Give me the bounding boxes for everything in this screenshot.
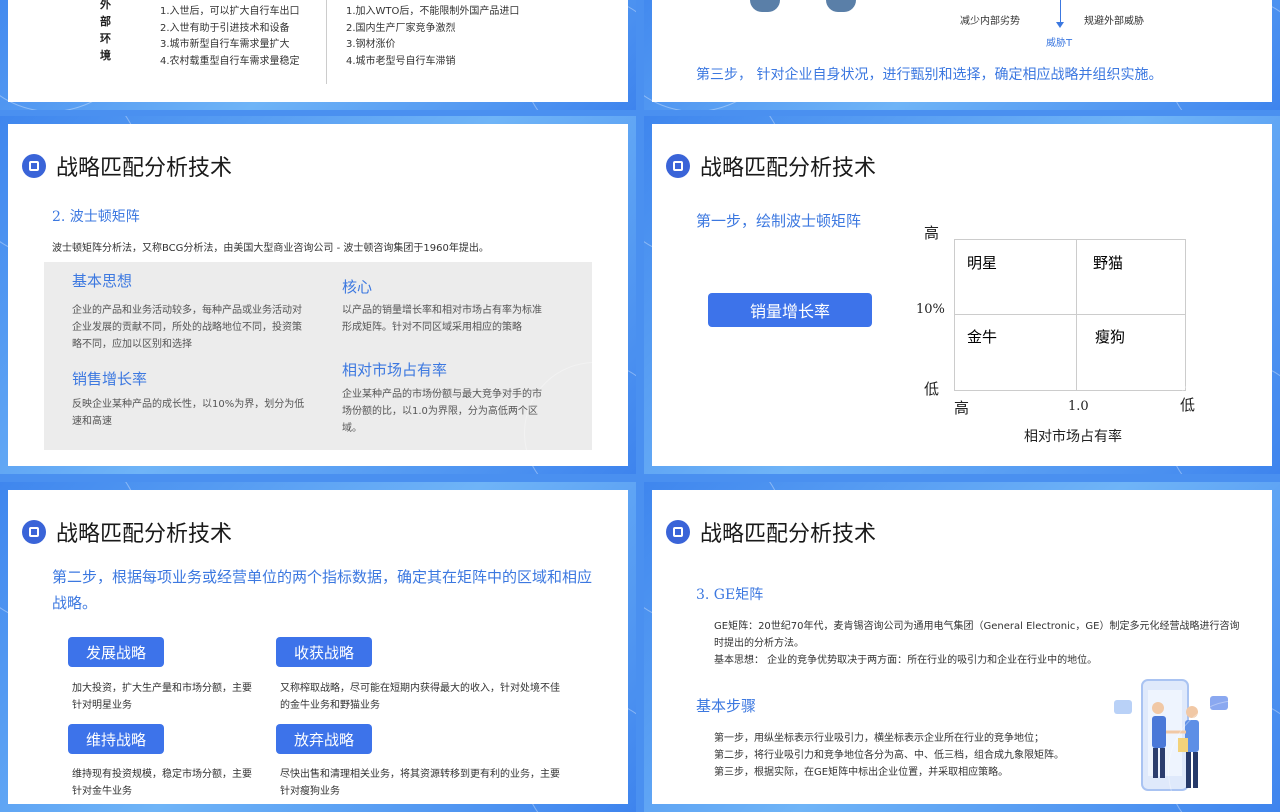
arrow-down-icon <box>1056 22 1064 28</box>
slide-title-row: 战略匹配分析技术 <box>666 150 876 182</box>
x-low-label: 低 <box>1180 396 1196 414</box>
section-heading: 2. 波士顿矩阵 <box>52 209 140 225</box>
step2-text: 第二步，根据每项业务或经营单位的两个指标数据，确定其在矩阵中的区域和相应战略。 <box>52 568 593 612</box>
grid-line <box>955 314 1185 315</box>
steps-list: 第一步，用纵坐标表示行业吸引力，横坐标表示企业所在行业的竞争地位； 第二步，将行… <box>714 730 1114 781</box>
core-text: 以产品的销量增长率和相对市场占有率为标准形成矩阵。针对不同区域采用相应的策略 <box>342 305 542 333</box>
avoid-external-label: 规避外部威胁 <box>1084 16 1144 27</box>
abandon-strategy-button[interactable]: 放弃战略 <box>276 724 372 754</box>
cell-star: 明星 <box>967 254 998 272</box>
maintain-strategy-button[interactable]: 维持战略 <box>68 724 164 754</box>
cell-cash-cow: 金牛 <box>967 328 998 346</box>
slide-swot-partial: 外部环境 1.入世后，可以扩大自行车出口 2.入世有助于引进技术和设备 3.城市… <box>0 0 636 110</box>
slide-card: 外部环境 1.入世后，可以扩大自行车出口 2.入世有助于引进技术和设备 3.城市… <box>8 0 628 102</box>
growth-rate-button[interactable]: 销量增长率 <box>708 293 872 327</box>
list-item: 1.入世后，可以扩大自行车出口 <box>160 6 300 17</box>
slide-card: 战略匹配分析技术 3. GE矩阵 GE矩阵：20世纪70年代，麦肯锡咨询公司为通… <box>652 490 1272 804</box>
list-item: 2.国内生产厂家竞争激烈 <box>346 22 456 34</box>
cell-question: 野猫 <box>1093 254 1124 272</box>
ge-text: GE矩阵：20世纪70年代，麦肯锡咨询公司为通用电气集团（General Ele… <box>714 621 1240 649</box>
growth-title: 销售增长率 <box>72 370 148 388</box>
env-label: 外部环境 <box>100 0 111 62</box>
y-high-label: 高 <box>924 224 940 242</box>
basic-text: 基本思想： 企业的竞争优势取决于两方面：所在行业的吸引力和企业在行业中的地位。 <box>714 655 1098 666</box>
y-low-label: 低 <box>924 380 940 398</box>
slide-swot-steps-partial: 减少内部劣势 规避外部威胁 威胁T 第三步， 针对企业自身状况，进行甄别和选择，… <box>644 0 1280 110</box>
slide-title: 战略匹配分析技术 <box>56 522 233 547</box>
concept-panel: 基本思想 企业的产品和业务活动较多，每种产品或业务活动对企业发展的贡献不同，所处… <box>44 262 592 450</box>
share-text: 企业某种产品的市场份额与最大竞争对手的市场份额的比，以1.0为界限，分为高低两个… <box>342 389 542 434</box>
slide-bcg-matrix: 战略匹配分析技术 第一步，绘制波士顿矩阵 销量增长率 高 10% 低 明星 野猫… <box>644 116 1280 474</box>
slide-bcg-strategies: 战略匹配分析技术 第二步，根据每项业务或经营单位的两个指标数据，确定其在矩阵中的… <box>0 482 636 812</box>
reduce-internal-label: 减少内部劣势 <box>960 16 1020 27</box>
threats-list: 1.加入WTO后，不能限制外国产品进口 2.国内生产厂家竞争激烈 3.钢材涨价 … <box>346 4 519 70</box>
slide-card: 战略匹配分析技术 2. 波士顿矩阵 波士顿矩阵分析法，又称BCG分析法，由美国大… <box>8 124 628 466</box>
x-mid-label: 1.0 <box>1068 399 1089 414</box>
develop-strategy-button[interactable]: 发展战略 <box>68 637 164 667</box>
slide-card: 战略匹配分析技术 第二步，根据每项业务或经营单位的两个指标数据，确定其在矩阵中的… <box>8 490 628 804</box>
share-title: 相对市场占有率 <box>342 361 448 379</box>
slide-card: 战略匹配分析技术 第一步，绘制波士顿矩阵 销量增长率 高 10% 低 明星 野猫… <box>652 124 1272 466</box>
cell-dog: 瘦狗 <box>1095 328 1126 346</box>
chart-icon <box>22 520 46 544</box>
cylinder-icon <box>750 0 780 12</box>
list-item: 4.城市老型号自行车滞销 <box>346 55 456 67</box>
slide-title: 战略匹配分析技术 <box>56 156 233 181</box>
chart-icon <box>666 154 690 178</box>
threat-label: 威胁T <box>1046 38 1073 49</box>
list-item: 1.加入WTO后，不能限制外国产品进口 <box>346 6 520 17</box>
step1-text: 第一步，绘制波士顿矩阵 <box>696 212 862 230</box>
slide-title-row: 战略匹配分析技术 <box>22 150 232 182</box>
slide-title: 战略匹配分析技术 <box>700 156 877 181</box>
slide-title-row: 战略匹配分析技术 <box>666 516 876 548</box>
steps-title: 基本步骤 <box>696 697 757 715</box>
step3-text: 第三步， 针对企业自身状况，进行甄别和选择，确定相应战略并组织实施。 <box>696 67 1163 83</box>
list-item: 3.钢材涨价 <box>346 39 396 50</box>
y-ten-pct-label: 10% <box>916 302 945 317</box>
list-item: 3.城市新型自行车需求量扩大 <box>160 39 290 50</box>
grid-line <box>1076 240 1077 390</box>
section-heading: 3. GE矩阵 <box>696 587 764 603</box>
bcg-matrix-grid: 明星 野猫 金牛 瘦狗 <box>954 239 1186 391</box>
chart-icon <box>22 154 46 178</box>
list-item: 第三步，根据实际，在GE矩阵中标出企业位置，并采取相应策略。 <box>714 767 1009 778</box>
x-high-label: 高 <box>954 399 970 417</box>
list-item: 2.入世有助于引进技术和设备 <box>160 22 290 34</box>
divider <box>326 0 327 84</box>
opportunities-list: 1.入世后，可以扩大自行车出口 2.入世有助于引进技术和设备 3.城市新型自行车… <box>160 4 300 70</box>
slide-title: 战略匹配分析技术 <box>700 522 877 547</box>
abandon-strategy-desc: 尽快出售和清理相关业务，将其资源转移到更有利的业务，主要针对瘦狗业务 <box>280 769 560 797</box>
handshake-illustration <box>1114 679 1228 791</box>
core-title: 核心 <box>342 278 373 296</box>
develop-strategy-desc: 加大投资，扩大生产量和市场分额，主要针对明星业务 <box>72 683 252 711</box>
growth-text: 反映企业某种产品的成长性，以10%为界，划分为低速和高速 <box>72 399 305 427</box>
harvest-strategy-desc: 又称榨取战略，尽可能在短期内获得最大的收入，针对处境不佳的金牛业务和野猫业务 <box>280 683 560 711</box>
list-item: 4.农村载重型自行车需求量稳定 <box>160 55 300 67</box>
maintain-strategy-desc: 维持现有投资规模，稳定市场分额，主要针对金牛业务 <box>72 769 252 797</box>
basic-title: 基本思想 <box>72 272 133 290</box>
list-item: 第二步，将行业吸引力和竞争地位各分为高、中、低三档，组合成九象限矩阵。 <box>714 750 1064 761</box>
intro-text: 波士顿矩阵分析法，又称BCG分析法，由美国大型商业咨询公司 - 波士顿咨询集团于… <box>52 243 489 254</box>
slide-bcg-intro: 战略匹配分析技术 2. 波士顿矩阵 波士顿矩阵分析法，又称BCG分析法，由美国大… <box>0 116 636 474</box>
list-item: 第一步，用纵坐标表示行业吸引力，横坐标表示企业所在行业的竞争地位； <box>714 733 1044 744</box>
basic-text: 企业的产品和业务活动较多，每种产品或业务活动对企业发展的贡献不同，所处的战略地位… <box>72 305 302 350</box>
slide-title-row: 战略匹配分析技术 <box>22 516 232 548</box>
x-axis-label: 相对市场占有率 <box>1024 429 1122 445</box>
chart-icon <box>666 520 690 544</box>
slide-card: 减少内部劣势 规避外部威胁 威胁T 第三步， 针对企业自身状况，进行甄别和选择，… <box>652 0 1272 102</box>
harvest-strategy-button[interactable]: 收获战略 <box>276 637 372 667</box>
slide-ge-matrix: 战略匹配分析技术 3. GE矩阵 GE矩阵：20世纪70年代，麦肯锡咨询公司为通… <box>644 482 1280 812</box>
cylinder-icon <box>826 0 856 12</box>
